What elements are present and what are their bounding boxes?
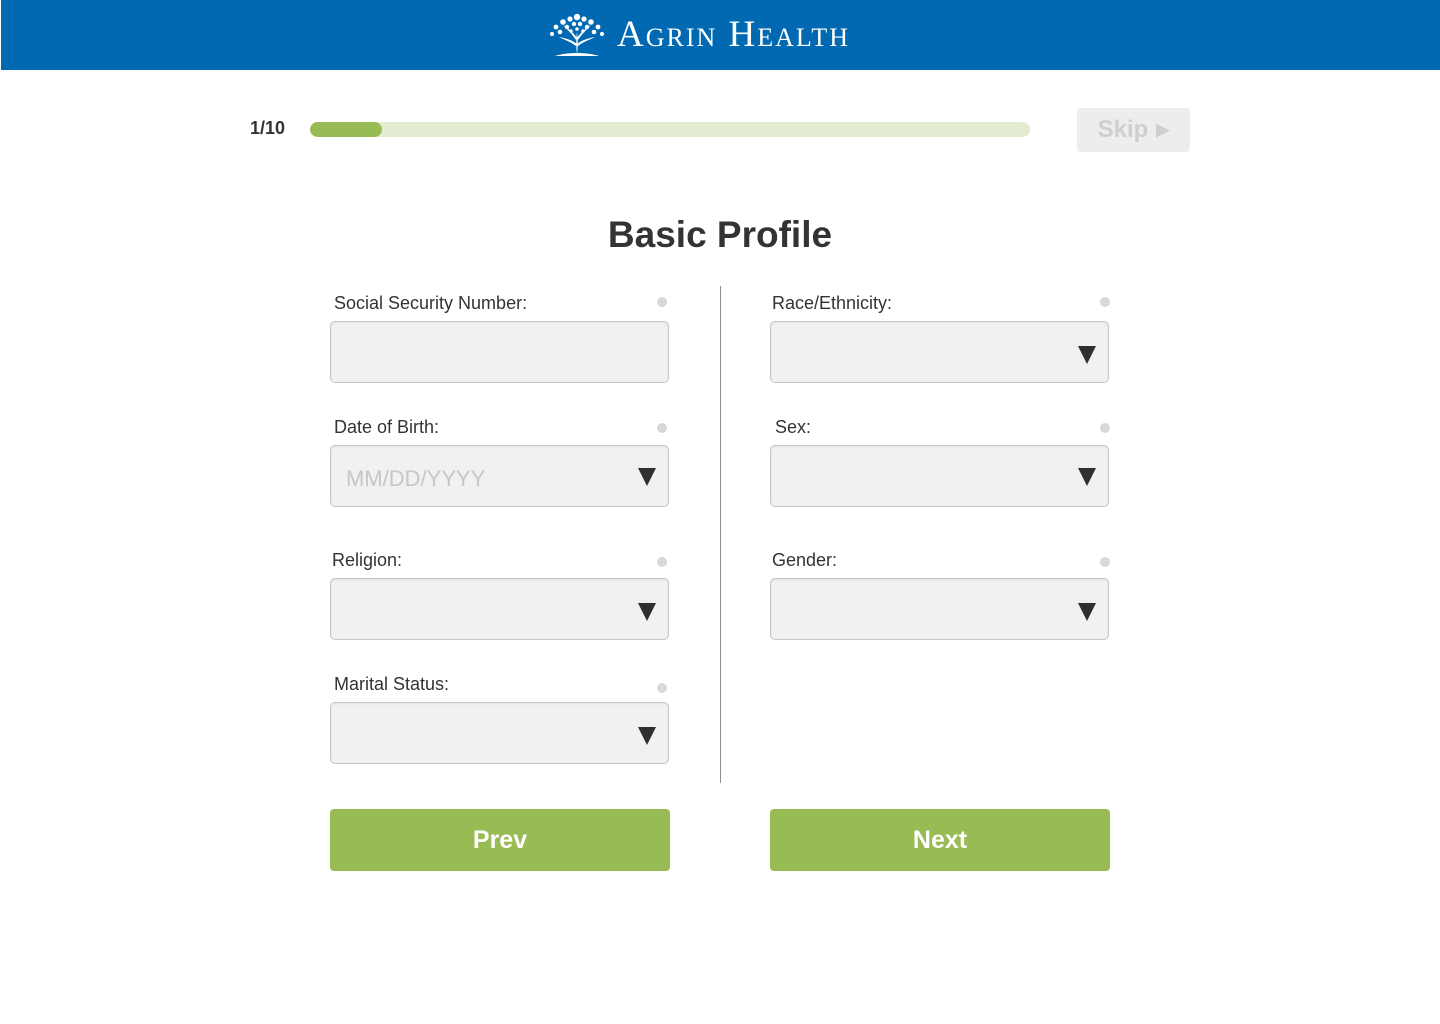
- brand: Agrin Health: [547, 8, 850, 58]
- play-arrow-icon: ▶: [1156, 120, 1170, 139]
- dropdown-arrow-icon: [1078, 346, 1096, 364]
- app-header: Agrin Health: [1, 0, 1440, 70]
- dropdown-arrow-icon: [638, 603, 656, 621]
- sex-label: Sex:: [775, 417, 812, 437]
- page-title: Basic Profile: [607, 214, 833, 255]
- dob-select[interactable]: MM/DD/YYYY: [330, 445, 669, 507]
- required-indicator: [1100, 423, 1110, 433]
- progress-fill: [310, 122, 382, 137]
- skip-button[interactable]: Skip ▶: [1077, 108, 1190, 152]
- progress-bar: [310, 122, 1030, 137]
- dropdown-arrow-icon: [638, 468, 656, 486]
- required-indicator: [657, 297, 667, 307]
- sex-select[interactable]: [770, 445, 1109, 507]
- dropdown-arrow-icon: [1078, 468, 1096, 486]
- column-divider: [720, 286, 721, 783]
- religion-select[interactable]: [330, 578, 669, 640]
- progress-count: 1/10: [250, 118, 286, 138]
- ssn-label: Social Security Number:: [334, 293, 528, 313]
- required-indicator: [657, 683, 667, 693]
- skip-label: Skip: [1097, 116, 1149, 143]
- required-indicator: [1100, 297, 1110, 307]
- next-button[interactable]: Next: [770, 809, 1110, 871]
- race-ethnicity-label: Race/Ethnicity:: [772, 293, 893, 313]
- religion-label: Religion:: [332, 550, 403, 570]
- gender-label: Gender:: [772, 550, 838, 570]
- gender-select[interactable]: [770, 578, 1109, 640]
- ssn-input[interactable]: [330, 321, 669, 383]
- required-indicator: [657, 423, 667, 433]
- marital-status-select[interactable]: [330, 702, 669, 764]
- marital-status-label: Marital Status:: [334, 674, 450, 694]
- dropdown-arrow-icon: [638, 727, 656, 745]
- dob-label: Date of Birth:: [334, 417, 440, 437]
- tree-icon: [549, 13, 605, 56]
- dob-placeholder: MM/DD/YYYY: [346, 466, 486, 491]
- required-indicator: [1100, 557, 1110, 567]
- race-ethnicity-select[interactable]: [770, 321, 1109, 383]
- dropdown-arrow-icon: [1078, 603, 1096, 621]
- required-indicator: [657, 557, 667, 567]
- prev-button[interactable]: Prev: [330, 809, 670, 871]
- brand-name: Agrin Health: [617, 13, 851, 55]
